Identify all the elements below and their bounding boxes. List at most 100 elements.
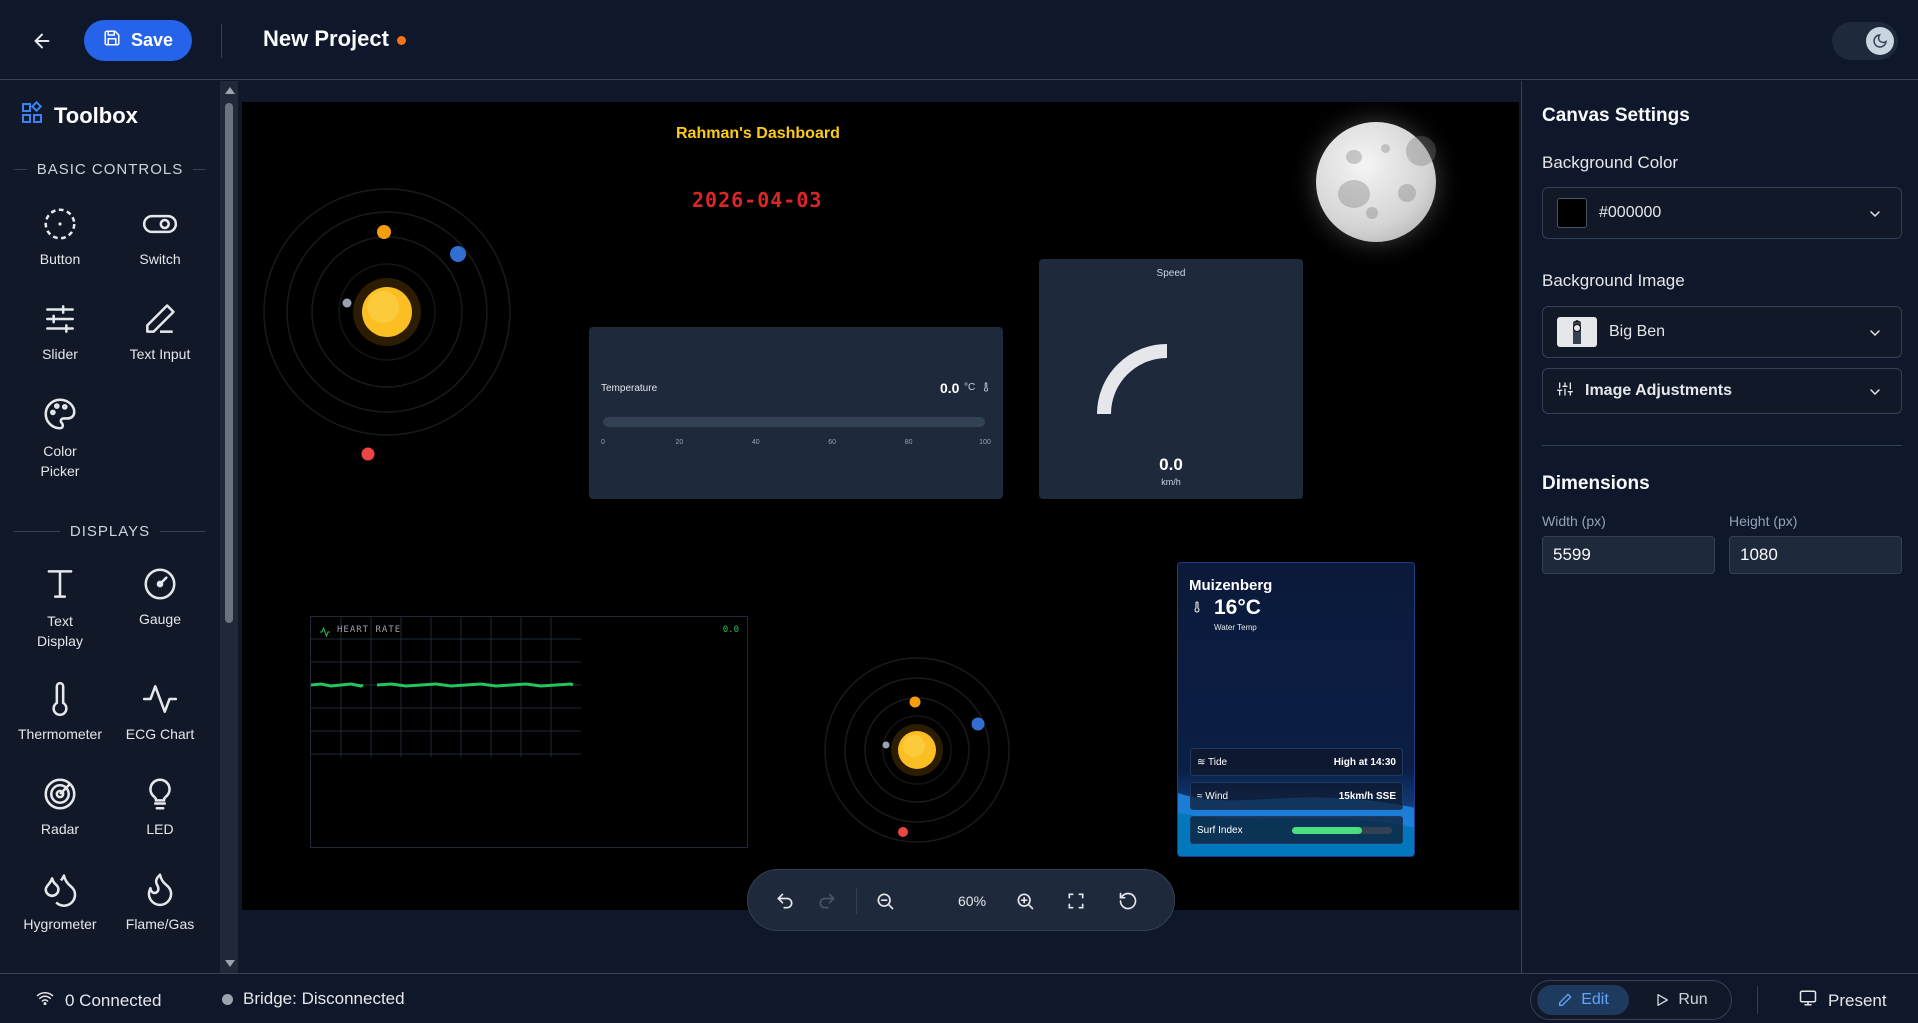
tool-thermometer[interactable]: Thermometer bbox=[10, 680, 110, 742]
pencil-icon bbox=[1559, 993, 1572, 1006]
zoom-toolbar: 60% bbox=[747, 869, 1175, 931]
height-input[interactable] bbox=[1729, 536, 1902, 574]
height-label: Height (px) bbox=[1729, 513, 1798, 529]
surf-index-label: Surf Index bbox=[1197, 824, 1243, 836]
fit-screen-icon[interactable] bbox=[1064, 889, 1088, 913]
zoom-level: 60% bbox=[958, 893, 987, 909]
tool-radar[interactable]: Radar bbox=[10, 775, 110, 837]
toolbox-title: Toolbox bbox=[54, 103, 138, 128]
project-title[interactable]: New Project bbox=[263, 26, 389, 52]
bridge-status-text: Bridge: Disconnected bbox=[243, 989, 405, 1008]
thermometer-icon bbox=[1191, 598, 1203, 621]
reset-view-icon[interactable] bbox=[1116, 889, 1140, 913]
gauge-icon bbox=[144, 568, 176, 600]
section-title: BASIC CONTROLS bbox=[36, 161, 184, 178]
speed-label: Speed bbox=[1156, 268, 1186, 279]
tool-flame-gas[interactable]: Flame/Gas bbox=[110, 870, 210, 932]
pencil-icon bbox=[146, 304, 175, 333]
save-icon bbox=[103, 29, 121, 52]
tool-color-picker[interactable]: Color Picker bbox=[10, 395, 110, 481]
redo-icon[interactable] bbox=[815, 889, 839, 913]
thermometer-icon bbox=[981, 380, 991, 399]
tide-row: ≋ Tide High at 14:30 bbox=[1190, 748, 1403, 776]
dashboard-canvas[interactable]: Rahman's Dashboard 2026-04-03 Temperatur… bbox=[242, 102, 1519, 910]
width-input[interactable] bbox=[1542, 536, 1715, 574]
image-adjustments-toggle[interactable]: Image Adjustments bbox=[1542, 368, 1902, 414]
scroll-down-arrow-icon[interactable] bbox=[225, 960, 235, 967]
temperature-tick-label: 100 bbox=[979, 439, 991, 446]
undo-icon[interactable] bbox=[773, 889, 797, 913]
monitor-icon bbox=[1798, 989, 1818, 1012]
temperature-value: 0.0 bbox=[940, 380, 960, 396]
tool-ecg-chart[interactable]: ECG Chart bbox=[110, 680, 210, 742]
radar-icon bbox=[44, 778, 76, 810]
toolbox-scrollbar[interactable] bbox=[220, 81, 238, 973]
toolbox-icon bbox=[20, 100, 44, 131]
droplets-icon bbox=[44, 874, 77, 907]
theme-toggle[interactable] bbox=[1832, 22, 1898, 60]
dashboard-title[interactable]: Rahman's Dashboard bbox=[676, 125, 840, 143]
tool-led[interactable]: LED bbox=[110, 775, 210, 837]
color-swatch bbox=[1557, 198, 1587, 228]
wind-value: 15km/h SSE bbox=[1338, 790, 1396, 802]
status-dot bbox=[222, 993, 233, 1005]
wind-label: ≈ Wind bbox=[1197, 790, 1229, 802]
tool-gauge[interactable]: Gauge bbox=[110, 565, 210, 627]
speed-gauge-widget[interactable]: Speed 0.0 km/h bbox=[1039, 259, 1303, 499]
weather-temperature: 16°C bbox=[1214, 596, 1261, 619]
activity-icon bbox=[142, 685, 178, 713]
temperature-tick-label: 0 bbox=[601, 439, 605, 446]
image-adjustments-label: Image Adjustments bbox=[1585, 382, 1732, 399]
divider bbox=[221, 24, 222, 58]
clock-tower-thumbnail-icon bbox=[1557, 317, 1597, 347]
connection-status: 0 Connected bbox=[35, 989, 161, 1012]
thermometer-icon bbox=[52, 681, 68, 717]
scroll-up-arrow-icon[interactable] bbox=[225, 87, 235, 94]
section-title: DISPLAYS bbox=[69, 523, 151, 540]
temperature-tick-label: 20 bbox=[675, 439, 684, 446]
back-arrow-icon[interactable] bbox=[28, 27, 56, 55]
moon-widget[interactable] bbox=[1316, 122, 1436, 242]
speed-arc bbox=[1097, 344, 1168, 415]
tool-text-input[interactable]: Text Input bbox=[110, 300, 210, 362]
run-mode-button[interactable]: Run bbox=[1635, 985, 1727, 1015]
bg-image-select[interactable]: Big Ben bbox=[1542, 306, 1902, 358]
mode-toggle: Edit Run bbox=[1530, 980, 1732, 1020]
present-button[interactable]: Present bbox=[1798, 989, 1887, 1012]
surf-weather-widget[interactable]: Muizenberg 16°C Water Temp ≋ Tide High a… bbox=[1177, 562, 1415, 857]
edit-label: Edit bbox=[1581, 991, 1609, 1008]
chevron-down-icon bbox=[1870, 389, 1880, 396]
tool-button[interactable]: Button bbox=[10, 205, 110, 267]
toolbox-panel: Toolbox BASIC CONTROLS Button Switch Sli… bbox=[0, 81, 220, 973]
circle-dashed-icon bbox=[44, 208, 76, 240]
zoom-in-icon[interactable] bbox=[1013, 889, 1037, 913]
tool-text-display[interactable]: Text Display bbox=[10, 565, 110, 651]
present-label: Present bbox=[1828, 990, 1887, 1010]
canvas-settings-panel: Canvas Settings Background Color #000000… bbox=[1521, 81, 1918, 973]
activity-icon bbox=[319, 625, 331, 643]
solar-system-widget[interactable] bbox=[262, 187, 512, 461]
scroll-thumb[interactable] bbox=[225, 103, 233, 623]
save-button[interactable]: Save bbox=[84, 20, 192, 61]
surf-index-fill bbox=[1292, 826, 1362, 834]
wind-row: ≈ Wind 15km/h SSE bbox=[1190, 782, 1403, 810]
tool-label: ECG Chart bbox=[125, 726, 195, 742]
zoom-out-icon[interactable] bbox=[873, 889, 897, 913]
bg-color-value: #000000 bbox=[1599, 204, 1662, 221]
toolbox-header: Toolbox bbox=[20, 100, 138, 131]
speed-value: 0.0 bbox=[1159, 455, 1183, 474]
tool-label: Text Input bbox=[129, 346, 191, 362]
tool-label: Gauge bbox=[138, 611, 182, 627]
tool-slider[interactable]: Slider bbox=[10, 300, 110, 362]
edit-mode-button[interactable]: Edit bbox=[1537, 985, 1629, 1015]
heart-rate-widget[interactable]: HEART RATE 0.0 bbox=[310, 616, 748, 848]
tool-switch[interactable]: Switch bbox=[110, 205, 210, 267]
settings-title: Canvas Settings bbox=[1542, 105, 1690, 126]
tool-hygrometer[interactable]: Hygrometer bbox=[10, 870, 110, 932]
bg-color-select[interactable]: #000000 bbox=[1542, 187, 1902, 239]
surf-index-track bbox=[1292, 826, 1392, 834]
solar-system-widget-2[interactable] bbox=[817, 650, 1017, 855]
play-icon bbox=[1657, 994, 1669, 1006]
temperature-widget[interactable]: Temperature 0.0 °C 0 20 40 60 80 100 bbox=[589, 327, 1003, 499]
date-display[interactable]: 2026-04-03 bbox=[692, 188, 822, 212]
